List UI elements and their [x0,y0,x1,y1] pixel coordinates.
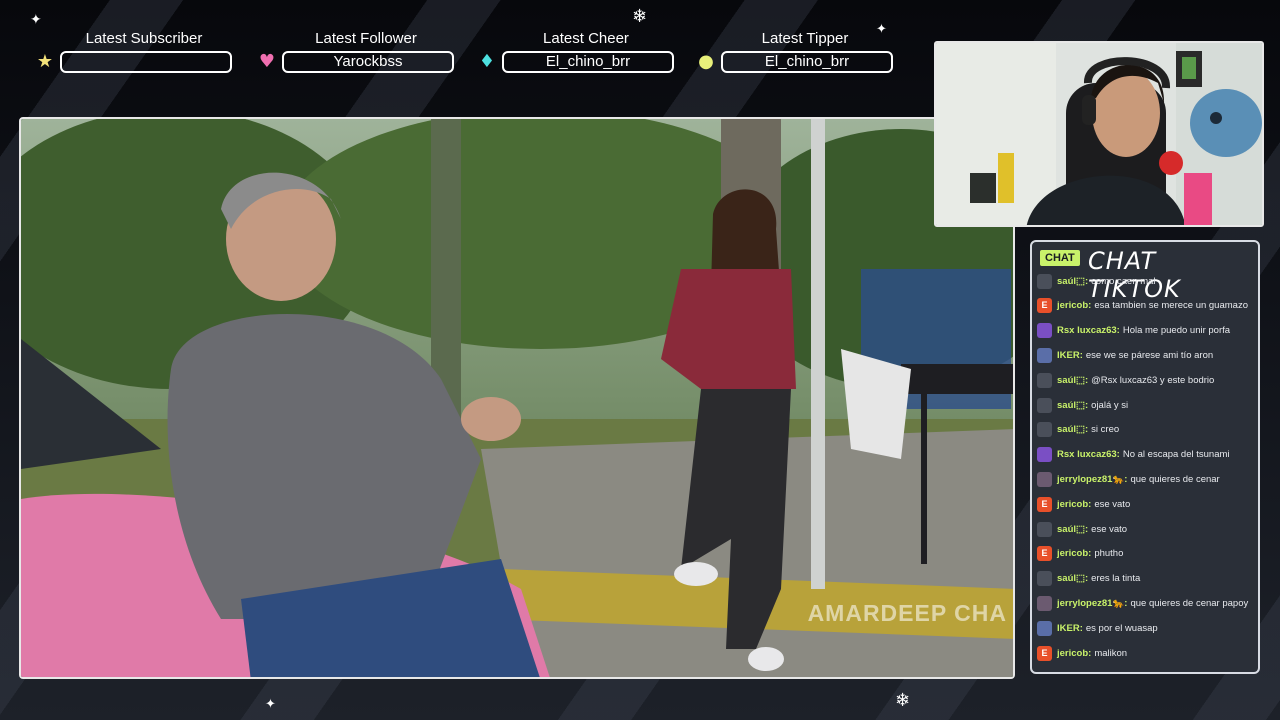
slot-label: Latest Tipper [761,30,849,47]
user-avatar: E [1037,546,1052,562]
sparkle-icon: ❄ [632,6,648,27]
user-avatar [1037,521,1052,537]
latest-follower: Latest Follower ♥ Yarockbss [256,30,456,76]
user-avatar: E [1037,298,1052,314]
user-avatar [1037,471,1052,487]
slot-label: Latest Follower [315,30,417,47]
chat-message: IKER: es por el wuasap [1037,617,1158,639]
chat-message: jerrylopez81🐆: que quieres de cenar [1037,468,1220,490]
chat-text: ojalá y si [1091,399,1129,411]
chat-message: Ejericob: esa tambien se merece un guamaz… [1037,295,1248,317]
webcam-feed[interactable] [934,41,1264,227]
chat-text: esa tambien se merece un guamazo [1094,300,1248,312]
user-avatar [1037,422,1052,438]
chat-message: Ejericob: phutho [1037,543,1123,565]
chat-username: jericob: [1057,300,1092,312]
chat-message: IKER: ese we se párese ami tío aron [1037,344,1213,366]
latest-subscriber: Latest Subscriber ★ [34,30,234,76]
chat-text: ese we se párese ami tío aron [1085,349,1214,361]
chat-text: que quieres de cenar [1130,473,1220,485]
user-avatar [1037,620,1052,636]
chat-username: saúl⬚: [1057,573,1089,585]
chat-message: saúl⬚: eres la tinta [1037,568,1140,590]
latest-cheer: Latest Cheer ♦ El_chino_brr [476,30,676,76]
latest-tipper: Latest Tipper ● El_chino_brr [695,30,895,76]
chat-username: IKER: [1057,622,1083,634]
chat-text: si creo [1091,424,1120,436]
user-avatar [1037,347,1052,363]
chat-message: Ejericob: malikon [1037,642,1127,664]
star-icon: ★ [36,51,54,72]
user-avatar: E [1037,645,1052,661]
chat-text: ese vato [1091,523,1128,535]
slot-value: El_chino_brr [502,51,674,73]
chat-username: saúl⬚: [1057,424,1089,436]
chat-text: malikon [1094,647,1128,659]
user-avatar [1037,273,1052,289]
user-avatar [1037,447,1052,463]
sparkle-icon: ✦ [265,697,276,712]
chat-text: que quieres de cenar papoy [1130,597,1249,609]
webcam-scene [936,43,1262,225]
sparkle-icon: ✦ [30,12,42,28]
chat-username: jericob: [1057,498,1092,510]
main-video[interactable]: AMARDEEP CHA [19,117,1015,679]
diamond-icon: ♦ [478,51,496,72]
chat-badge: CHAT [1040,250,1080,266]
chat-text: No al escapa del tsunami [1122,449,1230,461]
chat-panel[interactable]: CHAT CHAT TIKTOK saúl⬚: como caen mal Ejer… [1030,240,1260,674]
chat-message: saúl⬚: ese vato [1037,518,1127,540]
coin-icon: ● [698,51,714,72]
chat-text: eres la tinta [1091,573,1141,585]
slot-value: El_chino_brr [721,51,893,73]
chat-message: jerrylopez81🐆: que quieres de cenar papoy [1037,592,1248,614]
chat-text: es por el wuasap [1085,622,1158,634]
video-scene [21,119,1013,677]
slot-label: Latest Cheer [543,30,629,47]
chat-message: Rsx luxcaz63: Hola me puedo unir porfa [1037,320,1230,342]
user-avatar [1037,372,1052,388]
chat-message: Ejericob: ese vato [1037,493,1130,515]
user-avatar [1037,323,1052,339]
slot-value [60,51,232,73]
chat-username: saúl⬚: [1057,275,1089,287]
chat-username: saúl⬚: [1057,523,1089,535]
chat-message: saúl⬚: si creo [1037,419,1119,441]
chat-text: como caen mal [1091,275,1156,287]
slot-label: Latest Subscriber [85,30,203,47]
chat-text: phutho [1094,548,1124,560]
chat-text: Hola me puedo unir porfa [1122,325,1231,337]
chat-username: saúl⬚: [1057,374,1089,386]
user-avatar: E [1037,496,1052,512]
chat-message-list[interactable]: saúl⬚: como caen mal Ejericob: esa tambien … [1032,273,1258,672]
chat-message: saúl⬚: @Rsx luxcaz63 y este bodrio [1037,369,1214,391]
user-avatar [1037,397,1052,413]
chat-username: jerrylopez81🐆: [1057,597,1128,609]
sparkle-icon: ❄ [895,690,911,711]
user-avatar [1037,595,1052,611]
chat-username: Rsx luxcaz63: [1057,449,1120,461]
chat-message: saúl⬚: como caen mal [1037,270,1156,292]
chat-username: saúl⬚: [1057,399,1089,411]
chat-username: jericob: [1057,548,1092,560]
chat-username: jerrylopez81🐆: [1057,473,1128,485]
user-avatar [1037,571,1052,587]
video-watermark: AMARDEEP CHA [807,600,1007,626]
chat-message: Rsx luxcaz63: No al escapa del tsunami [1037,444,1230,466]
heart-icon: ♥ [258,51,276,72]
chat-message: saúl⬚: ojalá y si [1037,394,1128,416]
chat-text: @Rsx luxcaz63 y este bodrio [1091,374,1215,386]
chat-username: jericob: [1057,647,1092,659]
chat-username: Rsx luxcaz63: [1057,325,1120,337]
chat-text: ese vato [1094,498,1131,510]
chat-username: IKER: [1057,349,1083,361]
slot-value: Yarockbss [282,51,454,73]
